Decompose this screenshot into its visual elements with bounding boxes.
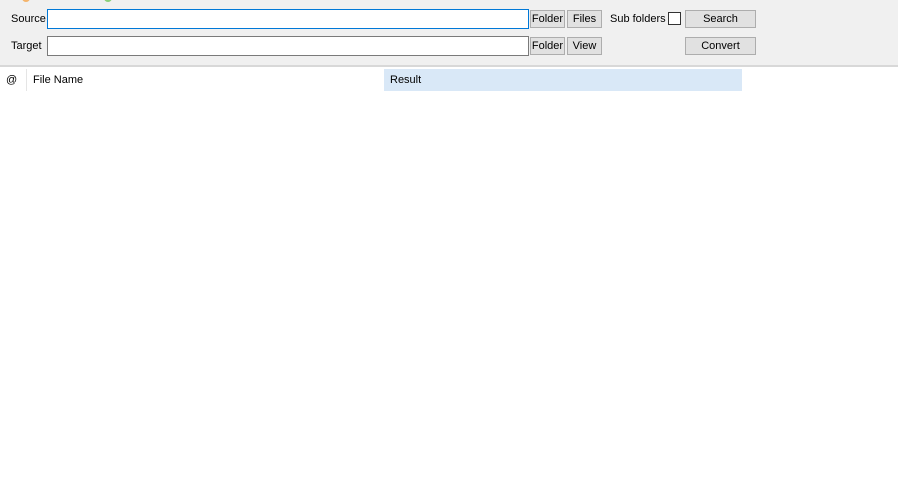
sub-folders-checkbox[interactable] [668,12,681,25]
source-input[interactable] [47,9,529,29]
target-input[interactable] [47,36,529,56]
target-label: Target [11,40,42,52]
source-folder-button[interactable]: Folder [530,10,565,28]
column-header-result[interactable]: Result [384,69,742,91]
app-icon [22,0,30,2]
convert-button[interactable]: Convert [685,37,756,55]
app-icon [104,0,112,2]
files-button[interactable]: Files [567,10,602,28]
sub-folders-label: Sub folders [610,13,666,25]
column-header-file-name[interactable]: File Name [27,69,384,91]
source-label: Source [11,13,46,25]
toolbar: Source Folder Files Sub folders Search T… [0,0,898,67]
search-button[interactable]: Search [685,10,756,28]
column-header-at[interactable]: @ [0,69,27,91]
target-folder-button[interactable]: Folder [530,37,565,55]
view-button[interactable]: View [567,37,602,55]
